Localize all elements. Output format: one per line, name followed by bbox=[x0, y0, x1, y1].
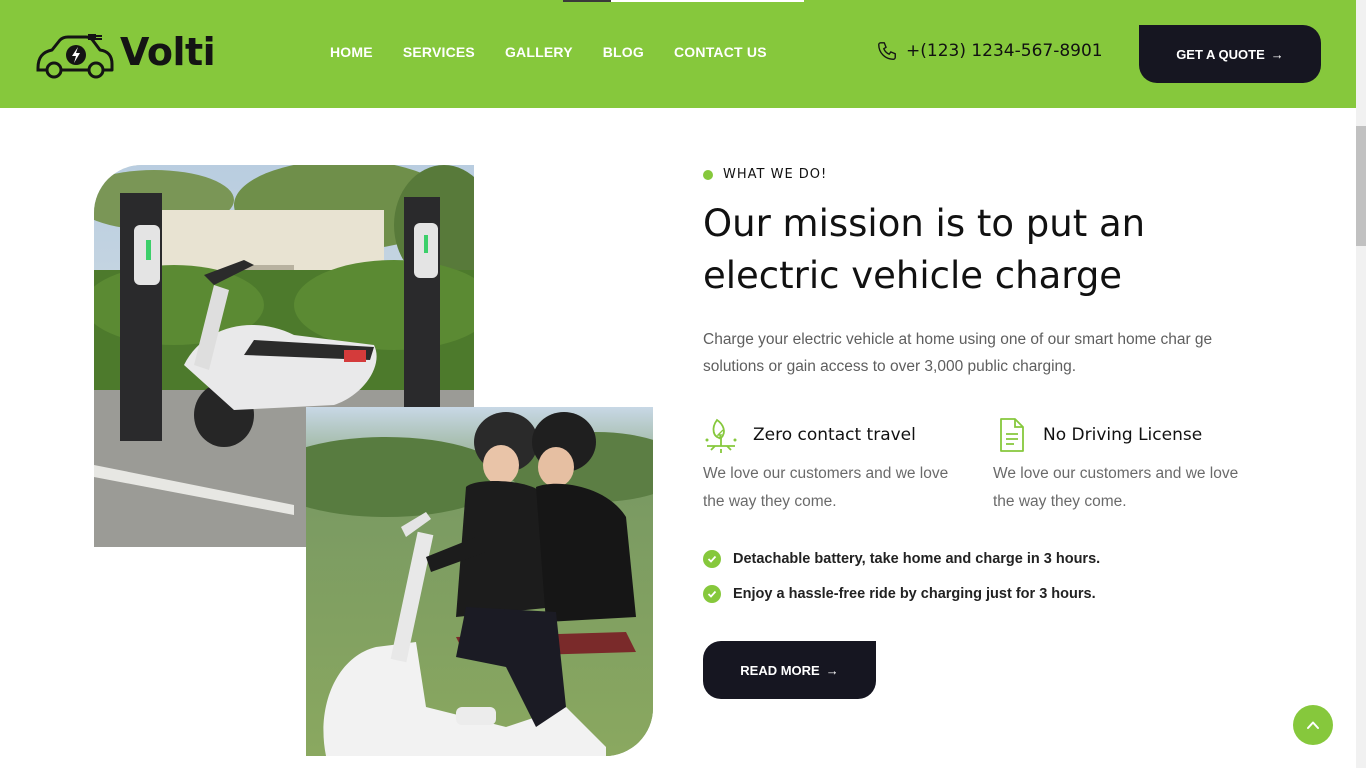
read-more-label: READ MORE bbox=[740, 662, 820, 678]
section-title-line1: Our mission is to put an bbox=[703, 202, 1146, 245]
section-title: Our mission is to put an electric vehicl… bbox=[703, 198, 1263, 302]
nav-home[interactable]: HOME bbox=[330, 44, 373, 60]
main-nav: HOME SERVICES GALLERY BLOG CONTACT US bbox=[330, 44, 797, 60]
section-eyebrow: WHAT WE DO! bbox=[703, 167, 827, 182]
scroll-to-top-button[interactable] bbox=[1293, 705, 1333, 745]
benefit-text: Detachable battery, take home and charge… bbox=[733, 550, 1101, 567]
section-title-line2: electric vehicle charge bbox=[703, 254, 1123, 297]
feature-zero-contact-title: Zero contact travel bbox=[753, 425, 916, 445]
header-top-line-light bbox=[611, 0, 804, 2]
car-plug-logo-icon bbox=[36, 34, 114, 79]
feature-zero-contact-text: We love our customers and we love the wa… bbox=[703, 465, 949, 510]
page-scrollbar-track[interactable] bbox=[1356, 0, 1366, 768]
benefit-item: Enjoy a hassle-free ride by charging jus… bbox=[703, 576, 1100, 611]
phone-icon bbox=[878, 42, 896, 60]
feature-zero-contact: Zero contact travel We love our customer… bbox=[703, 416, 973, 516]
site-header: Volti HOME SERVICES GALLERY BLOG CONTACT… bbox=[0, 0, 1356, 108]
plant-icon bbox=[705, 418, 737, 453]
benefit-item: Detachable battery, take home and charge… bbox=[703, 541, 1100, 576]
feature-no-license: No Driving License We love our customers… bbox=[993, 416, 1263, 516]
section-description: Charge your electric vehicle at home usi… bbox=[703, 331, 1213, 375]
read-more-button[interactable]: READ MORE → bbox=[703, 641, 876, 699]
chevron-up-icon bbox=[1307, 721, 1319, 729]
feature-no-license-head: No Driving License bbox=[993, 416, 1263, 454]
riders-scooter-photo bbox=[306, 407, 653, 756]
feature-no-license-title: No Driving License bbox=[1043, 425, 1203, 445]
logo-text: Volti bbox=[120, 30, 216, 74]
arrow-right-icon: → bbox=[1270, 46, 1284, 62]
feature-no-license-text: We love our customers and we love the wa… bbox=[993, 465, 1239, 510]
header-top-line-dark bbox=[563, 0, 611, 2]
phone-number: +(123) 1234-567-8901 bbox=[906, 41, 1103, 61]
document-icon bbox=[1000, 418, 1024, 452]
eyebrow-dot bbox=[703, 169, 713, 180]
feature-zero-contact-head: Zero contact travel bbox=[703, 416, 973, 454]
page-scrollbar-thumb[interactable] bbox=[1356, 126, 1366, 246]
check-circle-icon bbox=[703, 584, 721, 603]
benefits-list: Detachable battery, take home and charge… bbox=[703, 541, 1100, 611]
nav-services[interactable]: SERVICES bbox=[403, 44, 475, 60]
nav-blog[interactable]: BLOG bbox=[603, 44, 644, 60]
header-phone[interactable]: +(123) 1234-567-8901 bbox=[876, 40, 1103, 62]
arrow-right-icon: → bbox=[825, 662, 839, 678]
get-a-quote-button[interactable]: GET A QUOTE → bbox=[1139, 25, 1321, 83]
benefit-text: Enjoy a hassle-free ride by charging jus… bbox=[733, 585, 1096, 602]
eyebrow-text: WHAT WE DO! bbox=[723, 167, 828, 182]
check-circle-icon bbox=[703, 549, 721, 568]
nav-contact-us[interactable]: CONTACT US bbox=[674, 44, 767, 60]
get-a-quote-label: GET A QUOTE bbox=[1176, 46, 1265, 62]
nav-gallery[interactable]: GALLERY bbox=[505, 44, 573, 60]
site-logo[interactable]: Volti bbox=[34, 28, 216, 80]
